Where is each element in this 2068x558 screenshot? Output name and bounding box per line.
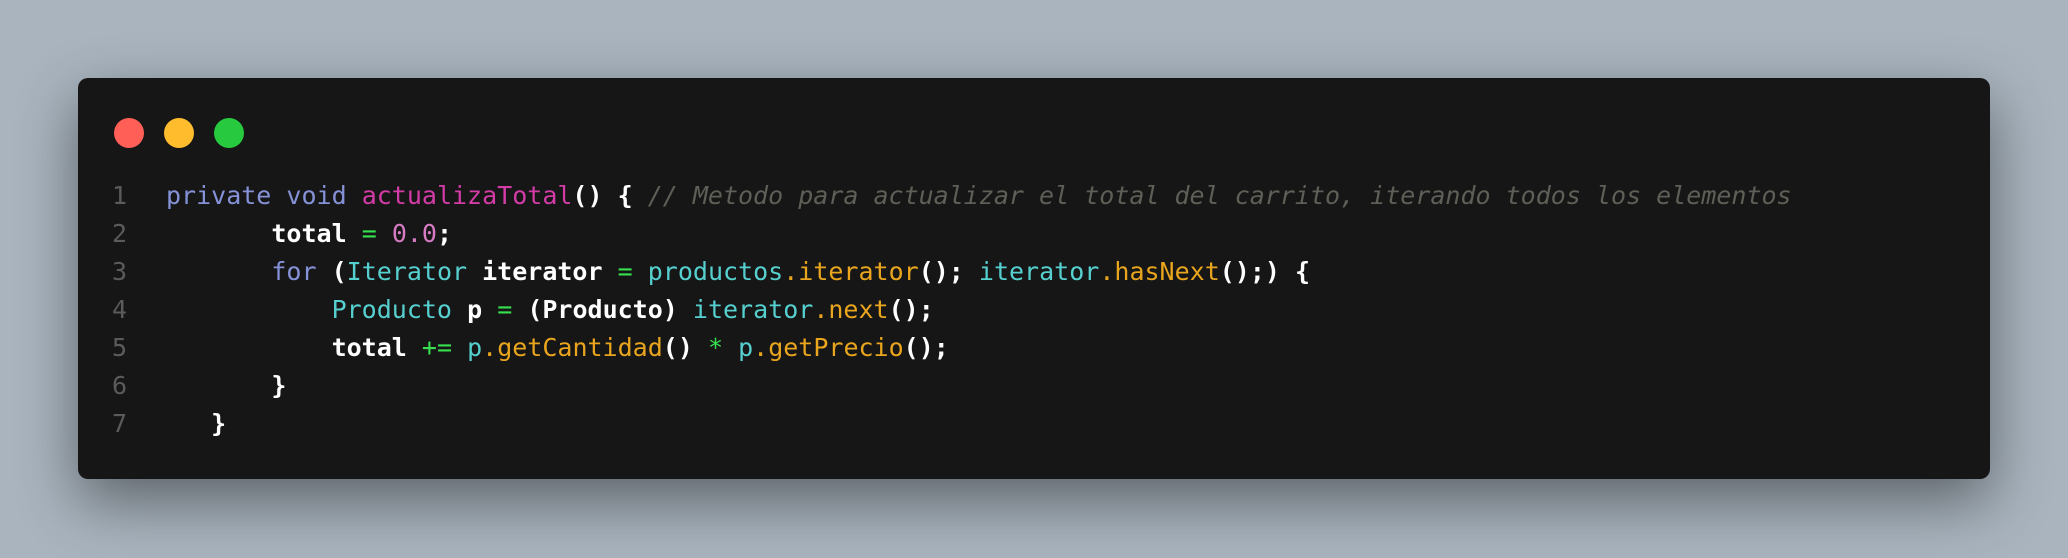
code-token: iterator (692, 295, 814, 324)
code-token: hasNext (1114, 257, 1220, 286)
code-token: iterator (978, 257, 1100, 286)
code-token: () { (572, 181, 633, 210)
code-token: (); (888, 295, 934, 324)
code-token: productos (647, 257, 784, 286)
line-number: 3 (112, 257, 128, 286)
code-token: (Producto) (527, 295, 678, 324)
code-text: } (166, 405, 226, 443)
code-token: = (497, 295, 513, 324)
code-token: total (331, 333, 407, 362)
code-token: actualizaTotal (361, 181, 573, 210)
code-token: (); (903, 333, 949, 362)
code-token: Producto (331, 295, 452, 324)
code-token: iterator (798, 257, 919, 286)
code-text: total = 0.0; (166, 215, 452, 253)
code-text: private void actualizaTotal() { // Metod… (166, 177, 1792, 215)
code-token: getCantidad (497, 333, 663, 362)
line-number: 5 (112, 333, 128, 362)
code-token: for (271, 257, 317, 286)
code-token: private (166, 181, 272, 210)
code-token: } (211, 409, 227, 438)
code-token: * (707, 333, 724, 362)
code-token: } (271, 371, 287, 400)
code-token: (); (918, 257, 964, 286)
code-token: getPrecio (768, 333, 904, 362)
code-token: p (467, 295, 483, 324)
line-number: 1 (112, 181, 128, 210)
code-token: = (617, 257, 633, 286)
code-token: p (467, 333, 483, 362)
code-token: ( (331, 257, 347, 286)
code-token: . (482, 333, 498, 362)
code-token: // Metodo para actualizar el total del c… (647, 181, 1792, 210)
code-token: total (271, 219, 347, 248)
close-button-dot[interactable] (114, 118, 144, 148)
code-token: ();) { (1219, 257, 1311, 286)
code-token: () (662, 333, 693, 362)
code-token: += (421, 333, 453, 362)
code-text: Producto p = (Producto) iterator.next(); (166, 291, 934, 329)
maximize-button-dot[interactable] (214, 118, 244, 148)
line-number: 2 (112, 219, 128, 248)
code-token: = (361, 219, 377, 248)
code-token: . (813, 295, 829, 324)
line-number: 7 (112, 409, 128, 438)
code-token: iterator (482, 257, 603, 286)
code-text: for (Iterator iterator = productos.itera… (166, 253, 1310, 291)
code-token: next (828, 295, 889, 324)
code-token: . (1099, 257, 1115, 286)
code-token: ; (436, 219, 453, 248)
code-token: p (738, 333, 754, 362)
code-token: void (286, 181, 347, 210)
code-token: Iterator (346, 257, 468, 286)
code-text: total += p.getCantidad() * p.getPrecio()… (166, 329, 949, 367)
minimize-button-dot[interactable] (164, 118, 194, 148)
code-token: 0.0 (391, 219, 437, 248)
code-token: . (783, 257, 799, 286)
code-text: } (166, 367, 286, 405)
line-number: 4 (112, 295, 128, 324)
line-number: 6 (112, 371, 128, 400)
code-window: 1 private void actualizaTotal() { // Meto… (78, 78, 1990, 479)
code-token: . (753, 333, 769, 362)
